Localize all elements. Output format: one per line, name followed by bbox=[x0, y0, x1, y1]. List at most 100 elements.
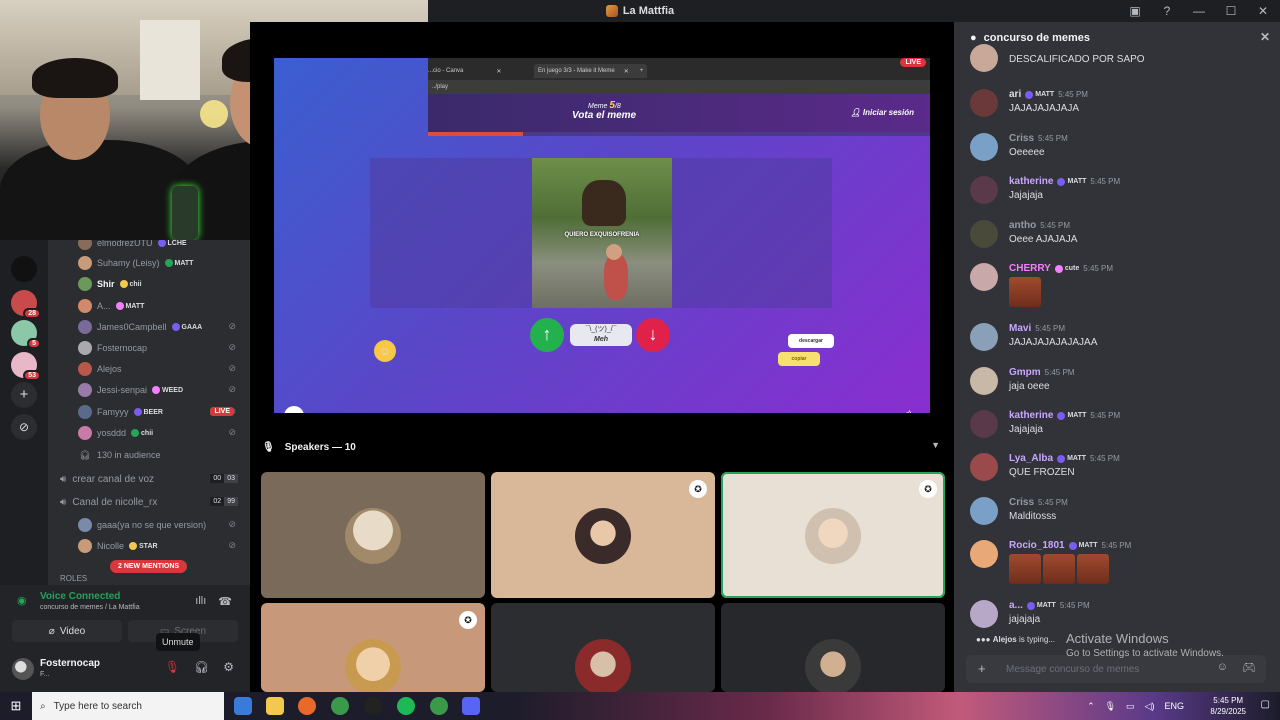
emoji-icon[interactable]: ☺ bbox=[1217, 661, 1228, 674]
voice-member[interactable]: Nicolle STAR bbox=[78, 537, 158, 555]
avatar[interactable] bbox=[970, 263, 998, 291]
network-icon[interactable]: ▭ bbox=[1126, 701, 1135, 712]
user-avatar[interactable] bbox=[12, 658, 34, 680]
add-server-icon[interactable]: + bbox=[11, 382, 37, 408]
notification-icon[interactable]: ▢ bbox=[1261, 699, 1270, 710]
avatar[interactable] bbox=[970, 600, 998, 628]
message-author[interactable]: ari bbox=[1009, 89, 1021, 100]
voice-channel-item[interactable]: 🔊︎ crear canal de voz bbox=[60, 470, 154, 488]
firefox-icon[interactable] bbox=[298, 697, 316, 715]
voice-status[interactable]: Voice Connected bbox=[40, 591, 120, 602]
sticker-image[interactable] bbox=[1043, 554, 1075, 584]
disconnect-icon[interactable]: ☎ bbox=[218, 595, 232, 608]
speaker-tile[interactable]: ✪ bbox=[491, 472, 715, 598]
audience-count[interactable]: 🎧︎ 130 in audience bbox=[78, 446, 160, 464]
user-name[interactable]: Fosternocap bbox=[40, 658, 100, 669]
close-window-button[interactable]: ✕ bbox=[1256, 4, 1270, 18]
volume-icon[interactable]: ◁) bbox=[901, 410, 912, 413]
server-icon[interactable]: 28 bbox=[11, 290, 41, 319]
help-icon[interactable]: ? bbox=[1160, 4, 1174, 18]
speaker-tile[interactable] bbox=[721, 603, 945, 692]
taskbar-search[interactable]: ⌕ Type here to search bbox=[32, 692, 224, 720]
message-author[interactable]: katherine bbox=[1009, 410, 1053, 421]
chat-message-input[interactable] bbox=[1006, 660, 1206, 678]
new-mentions-pill[interactable]: 2 NEW MENTIONS bbox=[110, 560, 188, 573]
chrome-icon[interactable] bbox=[331, 697, 349, 715]
language-indicator[interactable]: ENG bbox=[1164, 701, 1184, 711]
voice-member[interactable]: yosddd chii bbox=[78, 424, 153, 442]
chevron-down-icon[interactable]: ▼ bbox=[931, 440, 940, 450]
voice-member[interactable]: Famyyy BEER bbox=[78, 403, 163, 421]
sticker-image[interactable] bbox=[1009, 277, 1041, 307]
inbox-icon[interactable]: ▣ bbox=[1128, 4, 1142, 18]
mic-muted-icon[interactable]: 🎙︎ bbox=[165, 660, 180, 674]
avatar[interactable] bbox=[970, 497, 998, 525]
server-icon[interactable] bbox=[11, 256, 37, 282]
meme-caption: QUIERO EXQUISOFRENIA bbox=[564, 232, 640, 238]
speaker-tile-active[interactable]: ✪ bbox=[721, 472, 945, 598]
message-author[interactable]: Lya_Alba bbox=[1009, 453, 1053, 464]
sticker-image[interactable] bbox=[1077, 554, 1109, 584]
avatar[interactable] bbox=[970, 89, 998, 117]
noise-suppression-icon[interactable]: ıllı bbox=[195, 595, 206, 608]
minimize-button[interactable]: — bbox=[1192, 4, 1206, 18]
message-author[interactable]: CHERRY bbox=[1009, 263, 1051, 274]
explore-servers-icon[interactable]: ⊘ bbox=[11, 414, 37, 440]
spotify-icon[interactable] bbox=[397, 697, 415, 715]
windows-start-icon[interactable]: ⊞ bbox=[0, 692, 32, 720]
role-tag: chii bbox=[131, 429, 153, 437]
speaker-tile[interactable] bbox=[261, 472, 485, 598]
message-author[interactable]: Criss bbox=[1009, 133, 1034, 144]
avatar[interactable] bbox=[970, 410, 998, 438]
message-author[interactable]: Gmpm bbox=[1009, 367, 1041, 378]
server-icon[interactable]: 5 bbox=[11, 320, 41, 349]
close-chat-icon[interactable]: ✕ bbox=[1260, 30, 1270, 44]
avatar[interactable] bbox=[970, 323, 998, 351]
voice-member[interactable]: A... MATT bbox=[78, 297, 144, 315]
message-author[interactable]: antho bbox=[1009, 220, 1036, 231]
speakers-header[interactable]: 🎙︎ Speakers — 10 ▼ bbox=[250, 434, 954, 460]
message-author[interactable]: Rocio_1801 bbox=[1009, 540, 1065, 551]
avatar[interactable] bbox=[970, 540, 998, 568]
voice-member[interactable]: Suhamy (Leisy) MATT bbox=[78, 254, 193, 272]
server-icon[interactable]: 53 bbox=[11, 352, 41, 381]
message-author[interactable]: Mavi bbox=[1009, 323, 1031, 334]
volume-icon[interactable]: ◁) bbox=[1145, 701, 1155, 712]
avatar[interactable] bbox=[970, 367, 998, 395]
chevron-up-icon[interactable]: ⌃ bbox=[1087, 701, 1095, 712]
file-explorer-icon[interactable] bbox=[266, 697, 284, 715]
taskbar-clock[interactable]: 5:45 PM 8/29/2025 bbox=[1210, 695, 1246, 717]
avatar[interactable] bbox=[970, 133, 998, 161]
voice-member[interactable]: elmodrezUTU LCHE bbox=[78, 240, 187, 252]
message-author[interactable]: Criss bbox=[1009, 497, 1034, 508]
voice-member[interactable]: James0Campbell GAAA bbox=[78, 318, 202, 336]
add-attachment-icon[interactable]: + bbox=[978, 661, 986, 676]
screen-share-stream[interactable]: ...cio - Canva ✕ En juego 3/3 - Make it M… bbox=[274, 58, 930, 413]
speaker-tile[interactable] bbox=[491, 603, 715, 692]
task-view-icon[interactable] bbox=[234, 697, 252, 715]
avatar[interactable] bbox=[970, 176, 998, 204]
maximize-button[interactable]: ☐ bbox=[1224, 4, 1238, 18]
voice-member[interactable]: Fosternocap bbox=[78, 339, 147, 357]
discord-icon[interactable] bbox=[462, 697, 480, 715]
message-author[interactable]: katherine bbox=[1009, 176, 1053, 187]
microphone-icon[interactable]: 🎙︎ bbox=[1105, 701, 1116, 712]
sticker-image[interactable] bbox=[1009, 554, 1041, 584]
voice-location[interactable]: concurso de memes / La Mattfia bbox=[40, 604, 140, 611]
voice-member[interactable]: Alejos bbox=[78, 360, 122, 378]
avatar[interactable] bbox=[970, 44, 998, 72]
activities-icon[interactable]: 🎮︎ bbox=[1242, 661, 1256, 674]
voice-member[interactable]: Jessi-senpai WEED bbox=[78, 381, 183, 399]
speaker-tile[interactable]: ✪ bbox=[261, 603, 485, 692]
video-button[interactable]: ⌀ Video bbox=[12, 620, 122, 642]
avatar[interactable] bbox=[970, 220, 998, 248]
app-icon[interactable] bbox=[364, 697, 382, 715]
voice-member[interactable]: Shir chii bbox=[78, 275, 142, 293]
headphones-icon[interactable]: 🎧︎ bbox=[194, 660, 209, 674]
avatar[interactable] bbox=[970, 453, 998, 481]
message-author[interactable]: a... bbox=[1009, 600, 1023, 611]
settings-gear-icon[interactable]: ⚙ bbox=[223, 660, 234, 674]
chrome-icon[interactable] bbox=[430, 697, 448, 715]
voice-member[interactable]: gaaa(ya no se que version) bbox=[78, 516, 206, 534]
voice-channel-item[interactable]: 🔊︎ Canal de nicolle_rx bbox=[60, 493, 157, 511]
